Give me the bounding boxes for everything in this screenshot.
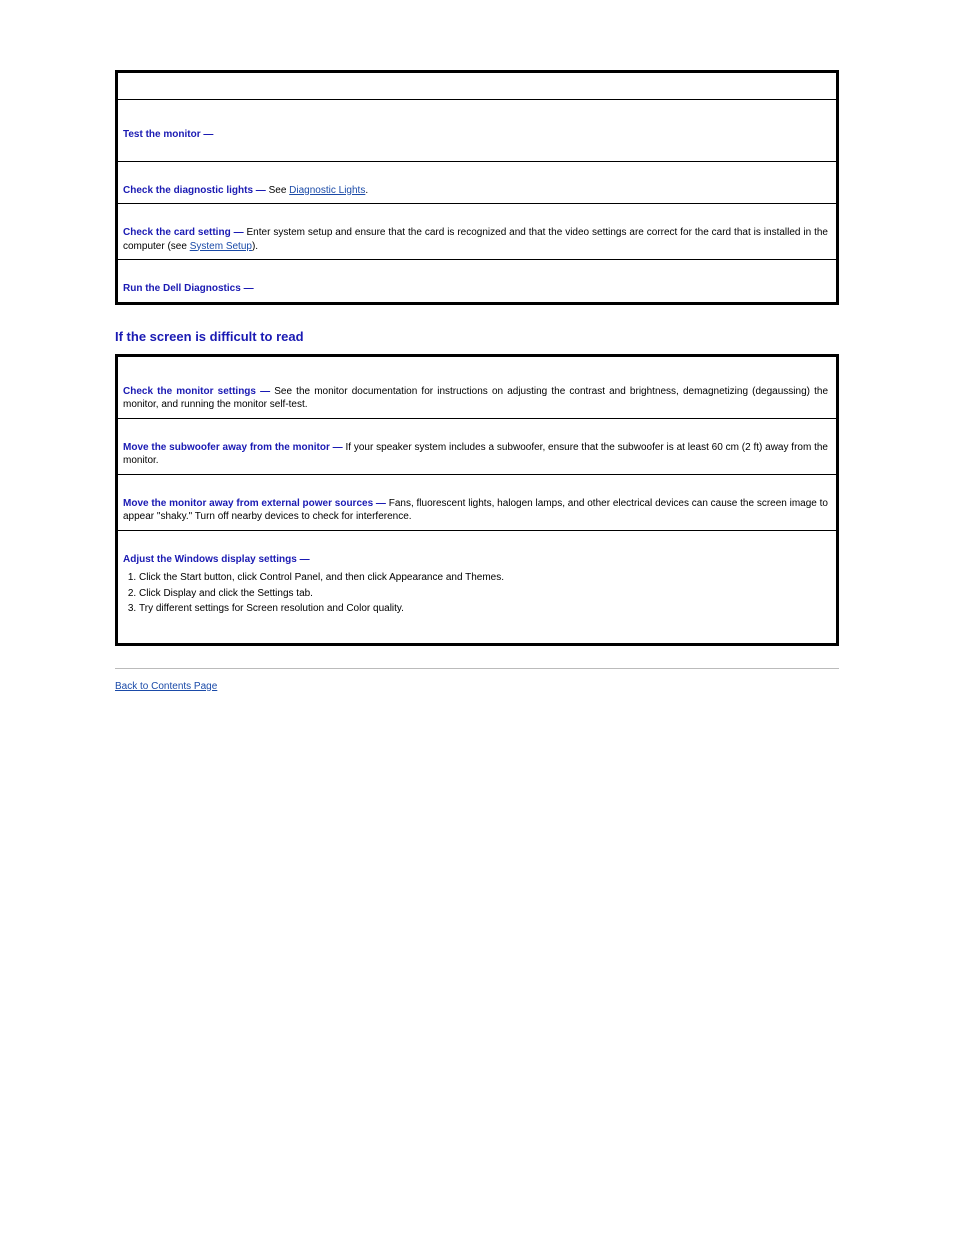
monitor-settings-heading: Check the monitor settings —	[123, 386, 270, 397]
windows-steps-list: Click the Start button, click Control Pa…	[123, 570, 828, 617]
table-row: Check the diagnostic lights — See Diagno…	[117, 161, 838, 204]
table-row: Check the card setting — Enter system se…	[117, 204, 838, 260]
card-setting-heading: Check the card setting —	[123, 227, 244, 238]
windows-display-heading: Adjust the Windows display settings —	[123, 554, 310, 565]
row3-post: .	[365, 185, 368, 196]
list-item: Click Display and click the Settings tab…	[139, 586, 828, 602]
table-row: Run the Dell Diagnostics —	[117, 260, 838, 304]
diag-lights-heading: Check the diagnostic lights —	[123, 185, 266, 196]
external-power-heading: Move the monitor away from external powe…	[123, 498, 386, 509]
document-page: Test the monitor — Check the diagnostic …	[0, 0, 954, 692]
table-row	[117, 72, 838, 100]
system-setup-link[interactable]: System Setup	[190, 241, 252, 252]
table-row: Check the monitor settings — See the mon…	[117, 355, 838, 418]
run-dell-diag-heading: Run the Dell Diagnostics	[123, 283, 244, 294]
troubleshoot-table-1: Test the monitor — Check the diagnostic …	[115, 70, 839, 305]
table-row: Move the monitor away from external powe…	[117, 474, 838, 530]
divider	[115, 668, 839, 669]
section-heading: If the screen is difficult to read	[115, 329, 839, 344]
test-monitor-heading: Test the monitor —	[123, 129, 213, 140]
subwoofer-heading: Move the subwoofer away from the monitor…	[123, 442, 343, 453]
row3-pre: See	[269, 185, 290, 196]
dash: —	[244, 283, 254, 294]
diagnostic-lights-link[interactable]: Diagnostic Lights	[289, 185, 365, 196]
troubleshoot-table-2: Check the monitor settings — See the mon…	[115, 354, 839, 646]
list-item: Try different settings for Screen resolu…	[139, 601, 828, 617]
list-item: Click the Start button, click Control Pa…	[139, 570, 828, 586]
back-to-contents-link[interactable]: Back to Contents Page	[115, 681, 217, 692]
row4-line1b: ).	[252, 241, 258, 252]
table-row: Test the monitor —	[117, 99, 838, 161]
table-row: Move the subwoofer away from the monitor…	[117, 418, 838, 474]
table-row: Adjust the Windows display settings — Cl…	[117, 530, 838, 644]
